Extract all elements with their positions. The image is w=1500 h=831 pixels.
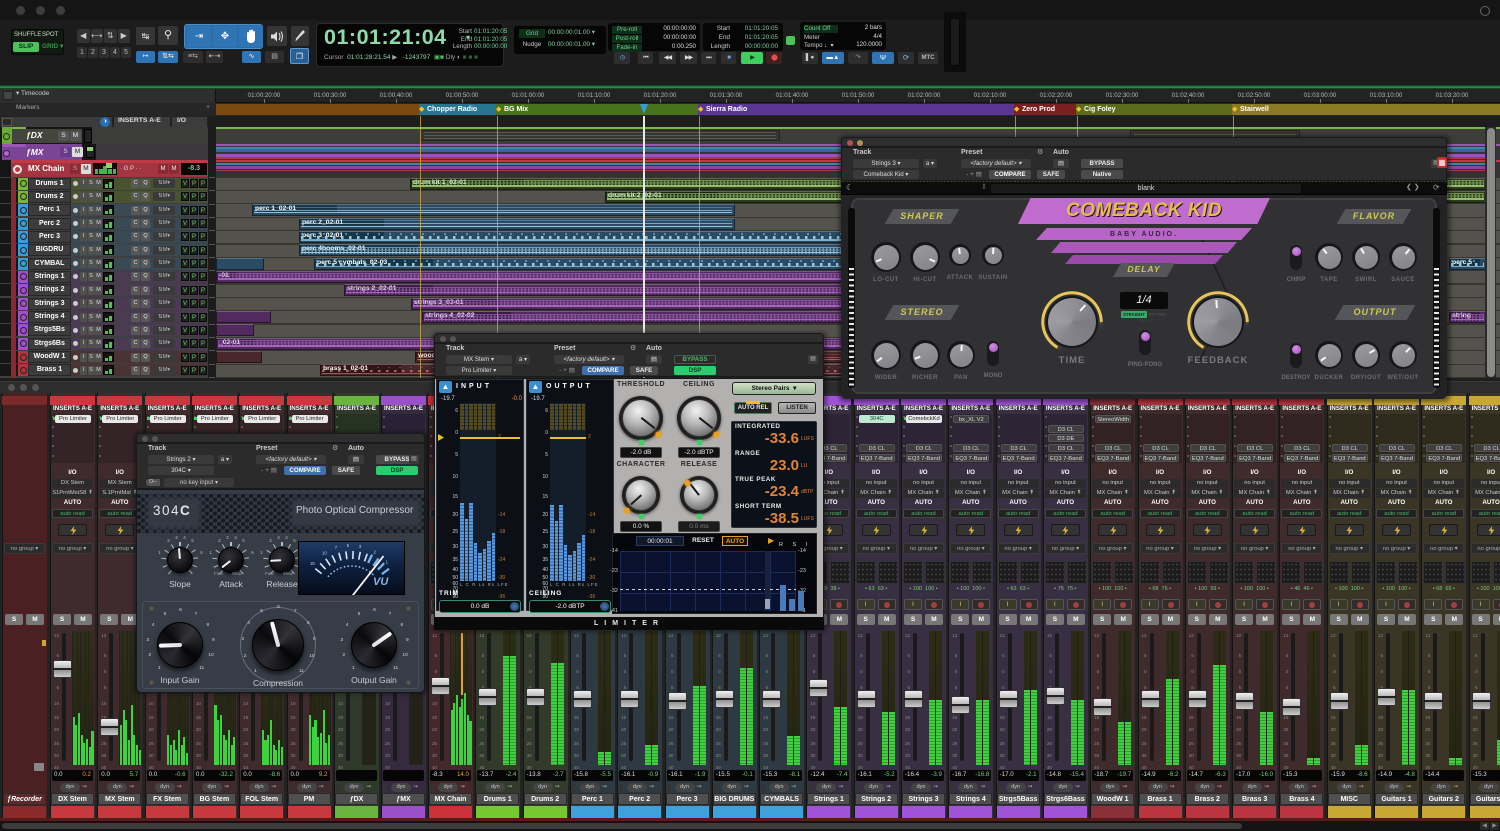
svg-text:1: 1	[386, 560, 389, 565]
svg-text:10: 10	[322, 551, 327, 556]
svg-text:VU: VU	[373, 576, 389, 588]
svg-text:5: 5	[347, 543, 350, 548]
svg-text:7: 7	[335, 545, 338, 550]
svg-text:3: 3	[359, 544, 362, 549]
svg-text:20: 20	[310, 561, 315, 566]
svg-text:2: 2	[374, 550, 377, 555]
